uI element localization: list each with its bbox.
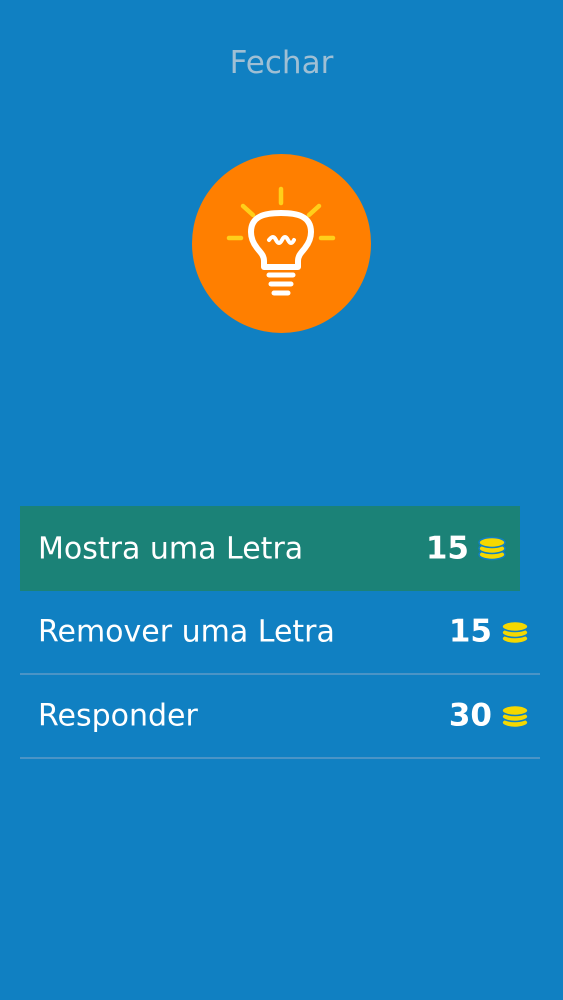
cost-value: 15 — [448, 613, 492, 650]
option-remove-letter[interactable]: Remover uma Letra 15 — [20, 591, 540, 675]
option-label: Responder — [38, 698, 198, 734]
option-answer[interactable]: Responder 30 — [20, 675, 540, 759]
close-button[interactable]: Fechar — [0, 42, 563, 84]
option-cost: 15 — [426, 533, 507, 564]
cost-value: 15 — [425, 530, 469, 566]
coin-stack-icon — [478, 536, 506, 561]
option-cost: 15 — [448, 613, 530, 650]
option-label: Remover uma Letra — [38, 614, 335, 650]
coin-stack-icon — [501, 620, 529, 644]
option-label: Mostra uma Letra — [38, 531, 304, 566]
hint-options-list: Mostra uma Letra 15 Remover uma Letra 15 — [20, 506, 540, 759]
cost-value: 30 — [448, 697, 492, 734]
hint-badge — [192, 154, 371, 333]
option-show-letter[interactable]: Mostra uma Letra 15 — [20, 506, 520, 591]
option-cost: 30 — [448, 697, 530, 734]
coin-stack-icon — [501, 704, 529, 728]
lightbulb-icon — [226, 186, 336, 296]
